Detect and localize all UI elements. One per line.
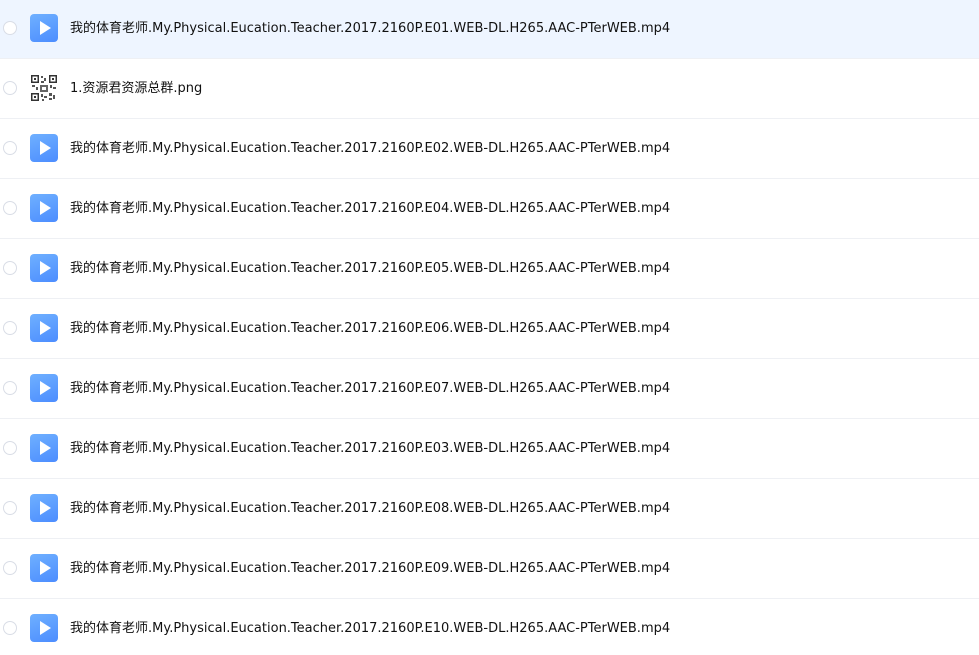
row-checkbox[interactable] <box>3 321 17 335</box>
file-row[interactable]: 我的体育老师.My.Physical.Eucation.Teacher.2017… <box>0 300 979 359</box>
video-file-icon <box>30 374 58 402</box>
video-file-icon <box>30 194 58 222</box>
file-row[interactable]: 我的体育老师.My.Physical.Eucation.Teacher.2017… <box>0 240 979 299</box>
file-row[interactable]: 我的体育老师.My.Physical.Eucation.Teacher.2017… <box>0 360 979 419</box>
file-row[interactable]: 我的体育老师.My.Physical.Eucation.Teacher.2017… <box>0 540 979 599</box>
video-file-icon <box>30 134 58 162</box>
file-name[interactable]: 我的体育老师.My.Physical.Eucation.Teacher.2017… <box>70 140 670 158</box>
video-file-icon <box>30 14 58 42</box>
video-file-icon <box>30 614 58 642</box>
file-name[interactable]: 1.资源君资源总群.png <box>70 80 202 98</box>
file-name[interactable]: 我的体育老师.My.Physical.Eucation.Teacher.2017… <box>70 320 670 338</box>
row-checkbox[interactable] <box>3 141 17 155</box>
row-checkbox[interactable] <box>3 561 17 575</box>
file-row[interactable]: 我的体育老师.My.Physical.Eucation.Teacher.2017… <box>0 180 979 239</box>
file-name[interactable]: 我的体育老师.My.Physical.Eucation.Teacher.2017… <box>70 560 670 578</box>
row-checkbox[interactable] <box>3 621 17 635</box>
video-file-icon <box>30 314 58 342</box>
file-row[interactable]: 我的体育老师.My.Physical.Eucation.Teacher.2017… <box>0 480 979 539</box>
file-name[interactable]: 我的体育老师.My.Physical.Eucation.Teacher.2017… <box>70 200 670 218</box>
file-list: 我的体育老师.My.Physical.Eucation.Teacher.2017… <box>0 0 979 655</box>
row-checkbox[interactable] <box>3 501 17 515</box>
file-row[interactable]: 1.资源君资源总群.png <box>0 60 979 119</box>
video-file-icon <box>30 254 58 282</box>
video-file-icon <box>30 494 58 522</box>
row-checkbox[interactable] <box>3 441 17 455</box>
file-name[interactable]: 我的体育老师.My.Physical.Eucation.Teacher.2017… <box>70 620 670 638</box>
file-name[interactable]: 我的体育老师.My.Physical.Eucation.Teacher.2017… <box>70 380 670 398</box>
row-checkbox[interactable] <box>3 81 17 95</box>
file-row[interactable]: 我的体育老师.My.Physical.Eucation.Teacher.2017… <box>0 600 979 655</box>
file-row[interactable]: 我的体育老师.My.Physical.Eucation.Teacher.2017… <box>0 0 979 59</box>
file-name[interactable]: 我的体育老师.My.Physical.Eucation.Teacher.2017… <box>70 440 670 458</box>
row-checkbox[interactable] <box>3 201 17 215</box>
row-checkbox[interactable] <box>3 21 17 35</box>
qr-image-file-icon <box>30 74 58 102</box>
video-file-icon <box>30 434 58 462</box>
file-row[interactable]: 我的体育老师.My.Physical.Eucation.Teacher.2017… <box>0 120 979 179</box>
file-row[interactable]: 我的体育老师.My.Physical.Eucation.Teacher.2017… <box>0 420 979 479</box>
file-name[interactable]: 我的体育老师.My.Physical.Eucation.Teacher.2017… <box>70 500 670 518</box>
row-checkbox[interactable] <box>3 261 17 275</box>
video-file-icon <box>30 554 58 582</box>
file-name[interactable]: 我的体育老师.My.Physical.Eucation.Teacher.2017… <box>70 20 670 38</box>
file-name[interactable]: 我的体育老师.My.Physical.Eucation.Teacher.2017… <box>70 260 670 278</box>
row-checkbox[interactable] <box>3 381 17 395</box>
